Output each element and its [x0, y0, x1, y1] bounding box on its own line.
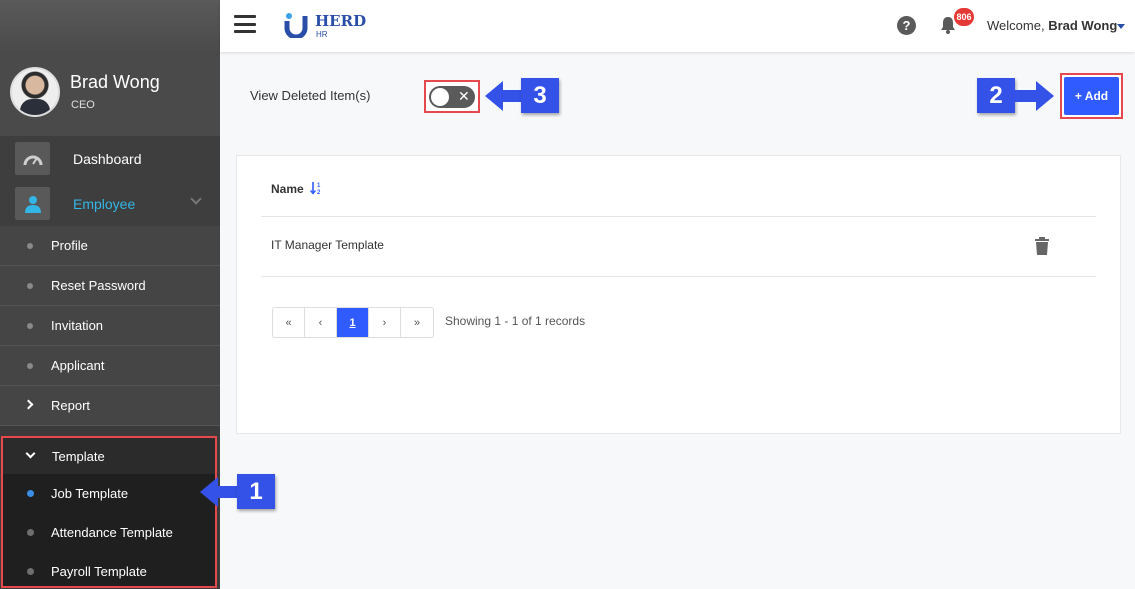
callout-3: 3 [521, 78, 559, 113]
toggle-highlight: ✕ [424, 80, 480, 113]
user-menu[interactable]: Welcome, Brad Wong [987, 18, 1117, 33]
sidebar-item-reset-password[interactable]: Reset Password [0, 266, 220, 306]
top-header: HERD HR ? 806 Welcome, Brad Wong [220, 0, 1135, 52]
callout-arrow-stem-2 [1014, 90, 1038, 102]
page-prev-button[interactable]: ‹ [305, 308, 337, 337]
divider [261, 216, 1096, 217]
close-icon: ✕ [458, 88, 470, 104]
sidebar-item-profile[interactable]: Profile [0, 226, 220, 266]
sidebar-item-invitation[interactable]: Invitation [0, 306, 220, 346]
bullet-icon [27, 322, 33, 329]
main-menu: Dashboard Employee [0, 136, 220, 226]
sidebar-item-label: Invitation [51, 318, 104, 333]
help-icon[interactable]: ? [897, 16, 916, 35]
callout-arrow-2 [1036, 81, 1054, 111]
logo-text: HERD [315, 12, 367, 30]
caret-down-icon[interactable] [1117, 24, 1125, 29]
sidebar-item-label: Job Template [51, 486, 129, 501]
sort-icon[interactable]: 1 2 [310, 181, 322, 195]
chevron-down-icon [190, 193, 202, 205]
welcome-user-name: Brad Wong [1048, 18, 1118, 33]
sidebar-item-dashboard[interactable]: Dashboard [0, 136, 220, 181]
svg-text:1: 1 [317, 183, 321, 189]
records-summary: Showing 1 - 1 of 1 records [445, 314, 586, 328]
sidebar-item-employee[interactable]: Employee [0, 181, 220, 226]
avatar [10, 67, 60, 117]
view-deleted-label: View Deleted Item(s) [250, 88, 371, 103]
table-row-name[interactable]: IT Manager Template [271, 238, 384, 252]
hamburger-menu-icon[interactable] [234, 15, 256, 33]
callout-arrow-stem-1 [216, 486, 238, 498]
logo-mark-icon [284, 13, 308, 38]
chevron-down-icon [25, 448, 36, 459]
dashboard-gauge-icon [15, 142, 50, 175]
sidebar-top [0, 0, 220, 53]
template-table-card: Name 1 2 IT Manager Template « ‹ 1 › » S… [236, 155, 1121, 434]
divider [261, 276, 1096, 277]
welcome-text: Welcome, [987, 18, 1045, 33]
sidebar-item-template[interactable]: Template [3, 438, 215, 474]
chevron-right-icon [23, 399, 34, 410]
bullet-icon [27, 529, 34, 536]
add-button[interactable]: + Add [1064, 77, 1119, 115]
sidebar-item-attendance-template[interactable]: Attendance Template [3, 513, 215, 552]
callout-1: 1 [237, 474, 275, 509]
sidebar-item-label: Report [51, 398, 91, 413]
sidebar-item-label: Reset Password [51, 278, 146, 293]
sidebar-item-label: Profile [51, 238, 88, 253]
sidebar-item-payroll-template[interactable]: Payroll Template [3, 552, 215, 589]
sidebar-item-job-template[interactable]: Job Template [3, 474, 215, 513]
callout-2: 2 [977, 78, 1015, 113]
bullet-icon [27, 568, 34, 575]
pagination: « ‹ 1 › » [272, 307, 434, 338]
page-last-button[interactable]: » [401, 308, 433, 337]
sidebar-item-label: Attendance Template [51, 525, 173, 540]
bullet-icon [27, 490, 34, 497]
sidebar-item-label: Applicant [51, 358, 105, 373]
trash-icon[interactable] [1034, 237, 1050, 255]
template-menu-highlight: Template Job Template Attendance Templat… [1, 436, 217, 588]
bullet-icon [27, 242, 33, 249]
page-1-button[interactable]: 1 [337, 308, 369, 337]
logo-subtext: HR [316, 30, 328, 39]
sidebar-item-applicant[interactable]: Applicant [0, 346, 220, 386]
bullet-icon [27, 362, 33, 369]
sidebar: Brad Wong CEO Dashboard Employee Profile… [0, 0, 220, 589]
notification-badge: 806 [954, 8, 974, 26]
toggle-knob [431, 88, 449, 106]
column-header-name[interactable]: Name [271, 182, 304, 196]
view-deleted-toggle[interactable]: ✕ [429, 86, 475, 108]
employee-submenu: Profile Reset Password Invitation Applic… [0, 226, 220, 426]
sidebar-item-report[interactable]: Report [0, 386, 220, 426]
user-role: CEO [71, 99, 95, 111]
svg-text:2: 2 [317, 190, 321, 195]
sidebar-item-label: Template [52, 448, 105, 464]
sidebar-item-label: Payroll Template [51, 564, 147, 579]
sidebar-item-label: Dashboard [73, 150, 142, 167]
page-first-button[interactable]: « [273, 308, 305, 337]
sidebar-item-label: Employee [73, 195, 136, 212]
add-button-highlight: + Add [1060, 73, 1123, 119]
logo[interactable]: HERD HR [283, 9, 373, 41]
user-name: Brad Wong [70, 72, 160, 92]
page-next-button[interactable]: › [369, 308, 401, 337]
user-icon [15, 187, 50, 220]
callout-arrow-stem-3 [501, 90, 523, 102]
user-profile[interactable]: Brad Wong CEO [0, 53, 220, 136]
bullet-icon [27, 282, 33, 289]
app-root: Brad Wong CEO Dashboard Employee Profile… [0, 0, 1135, 589]
